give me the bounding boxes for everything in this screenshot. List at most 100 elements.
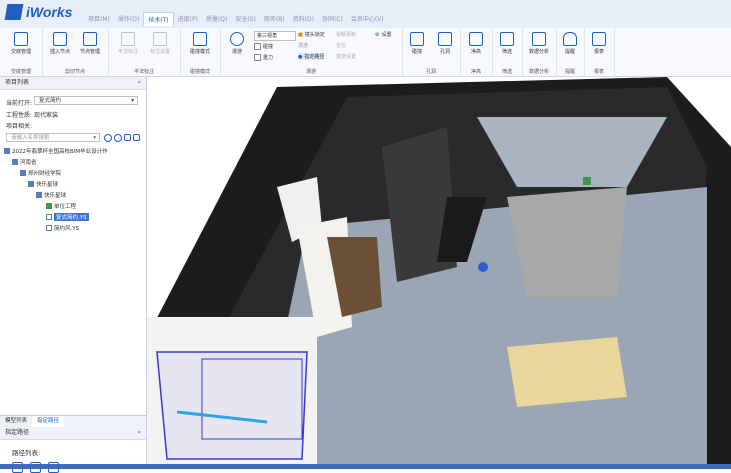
roam-label: 漫游 — [298, 43, 309, 49]
holes-icon — [438, 32, 452, 46]
chevron-down-icon: ▾ — [131, 98, 134, 104]
menu-item-docs[interactable]: 资料(D) — [289, 12, 318, 26]
menu-item-operate[interactable]: 操作(O) — [114, 12, 143, 26]
route-header: 指定路径 « — [0, 427, 146, 440]
annotation-settings-button[interactable]: 标注设置 — [145, 32, 175, 55]
menu-item-business[interactable]: 商务(B) — [260, 12, 289, 26]
annotation-settings-icon — [153, 32, 167, 46]
annotation-button[interactable]: 平法标注 — [113, 32, 143, 55]
annotation-icon — [121, 32, 135, 46]
tree-item[interactable]: 快乐星球 — [36, 191, 66, 199]
scene-render — [147, 77, 731, 466]
tree-item[interactable]: 河南省 — [12, 158, 37, 166]
group-clear-height: 净高 净高 — [460, 28, 493, 76]
collision-mode-icon — [193, 32, 207, 46]
reminder-button[interactable]: 提醒 — [555, 32, 585, 55]
tree-item[interactable]: 快乐星球 — [28, 180, 58, 188]
menu-item-project[interactable]: 项目(M) — [84, 12, 114, 26]
group-report: 报表 报表 — [584, 28, 615, 76]
group-data-analysis: 数据分析 数据分析 — [522, 28, 557, 76]
add-icon[interactable] — [124, 134, 131, 141]
menu-item-tech[interactable]: 技术(T) — [143, 12, 174, 26]
filter-icon — [500, 32, 514, 46]
roam-settings-button[interactable]: 漫游设置 — [336, 53, 356, 60]
video-record-button[interactable]: 视频录制 — [336, 31, 356, 38]
model-icon — [46, 225, 52, 231]
group-collision: 碰撞模式 碰撞模式 — [180, 28, 221, 76]
project-type-label: 工程性质: — [6, 112, 33, 119]
search-input[interactable]: 请输入名称搜索 ▾ — [6, 133, 100, 142]
tab-specified-route[interactable]: 指定路径 — [32, 416, 65, 427]
disclosure-button[interactable]: 交底管理 — [6, 32, 36, 55]
roam-icon — [230, 32, 244, 46]
collision-mode-button[interactable]: 碰撞模式 — [185, 32, 215, 55]
folder-icon — [12, 159, 18, 165]
menu-item-progress[interactable]: 进度(P) — [174, 12, 202, 26]
insert-node-button[interactable]: 插入节点 — [45, 32, 75, 55]
collision-check[interactable] — [254, 43, 261, 50]
collapse-icon[interactable]: « — [137, 77, 141, 89]
report-button[interactable]: 报表 — [584, 32, 614, 55]
dropdown-icon: ▾ — [93, 135, 96, 141]
gravity-check[interactable] — [254, 54, 261, 61]
unit-icon — [46, 203, 52, 209]
current-open-label: 当前打开: — [6, 100, 33, 107]
group-nodes: 插入节点 节点管理 剪切节点 — [42, 28, 109, 76]
view-select[interactable]: 第三视角 — [254, 31, 296, 41]
node-manage-icon — [83, 32, 97, 46]
group-filter: 筛选 筛选 — [492, 28, 523, 76]
remove-icon[interactable] — [133, 134, 140, 141]
bell-icon — [563, 32, 577, 46]
group-reminder: 提醒 提醒 — [556, 28, 585, 76]
logo-icon — [4, 4, 24, 20]
gravity-checkbox[interactable]: 重力 — [254, 54, 273, 61]
specified-route-button[interactable]: ● 指定路径 — [298, 53, 325, 60]
node-manage-button[interactable]: 节点管理 — [75, 32, 105, 55]
tree-item[interactable]: 2022年翡翠杯全国高校BIM毕业设计作 — [4, 147, 108, 155]
locate-button[interactable]: 定位 — [336, 42, 346, 49]
report-icon — [592, 32, 606, 46]
lock-camera-button[interactable]: ■ 镜头锁定 — [298, 31, 325, 39]
ribbon-toolbar: 交底管理 交底管理 插入节点 节点管理 剪切节点 平法标注 标注设置 平法标注 … — [0, 28, 731, 77]
insert-node-icon — [53, 32, 67, 46]
tree-item[interactable]: 简约风.YS — [46, 224, 79, 232]
app-name: iWorks — [26, 4, 73, 20]
collision-button[interactable]: 碰撞 — [402, 32, 432, 55]
tree-item[interactable]: 郑州财经学院 — [20, 169, 61, 177]
menu-item-quality[interactable]: 质量(Q) — [202, 12, 231, 26]
data-analysis-icon — [532, 32, 546, 46]
holes-button[interactable]: 孔洞 — [430, 32, 460, 55]
left-panel: 项目列表 « 当前打开: 复式简约 ▾ 工程性质: 现代家装 项目相关: 请输入名称… — [0, 77, 147, 473]
building-icon — [20, 170, 26, 176]
filter-button[interactable]: 筛选 — [492, 32, 522, 55]
group-annotation: 平法标注 标注设置 平法标注 — [108, 28, 181, 76]
group-holes: 碰撞 孔洞 孔洞 — [402, 28, 461, 76]
collapse-icon[interactable]: « — [137, 427, 141, 439]
project-type-value: 现代家装 — [33, 112, 58, 119]
main-menu: 项目(M) 操作(O) 技术(T) 进度(P) 质量(Q) 安全(S) 商务(B… — [84, 12, 388, 26]
model-icon — [46, 214, 52, 220]
menu-item-collab[interactable]: 协同(C) — [318, 12, 347, 26]
clear-height-button[interactable]: 净高 — [461, 32, 491, 55]
collision-icon — [410, 32, 424, 46]
menu-item-safety[interactable]: 安全(S) — [231, 12, 260, 26]
app-logo: iWorks — [4, 4, 73, 20]
tree-item-selected[interactable]: 复式简约.YS — [46, 213, 89, 221]
roam-button[interactable]: 漫游 — [222, 32, 252, 55]
refresh-icon[interactable] — [104, 134, 112, 142]
project-list-header: 项目列表 « — [0, 77, 146, 90]
tab-model-list[interactable]: 模型列表 — [0, 416, 32, 427]
gear-icon[interactable] — [114, 134, 122, 142]
folder-icon — [28, 181, 34, 187]
data-analysis-button[interactable]: 数据分析 — [524, 32, 554, 55]
folder-icon — [4, 148, 10, 154]
3d-viewport[interactable] — [147, 77, 731, 466]
tree-item[interactable]: 单位工程 — [46, 202, 76, 210]
folder-icon — [36, 192, 42, 198]
clear-height-icon — [469, 32, 483, 46]
project-related-label: 项目相关: — [6, 123, 33, 130]
collision-checkbox[interactable]: 碰撞 — [254, 43, 273, 50]
current-open-select[interactable]: 复式简约 ▾ — [34, 96, 138, 105]
menu-item-member[interactable]: 会员中心(V) — [347, 12, 388, 26]
settings-button[interactable]: ⚙ 设置 — [375, 31, 392, 39]
